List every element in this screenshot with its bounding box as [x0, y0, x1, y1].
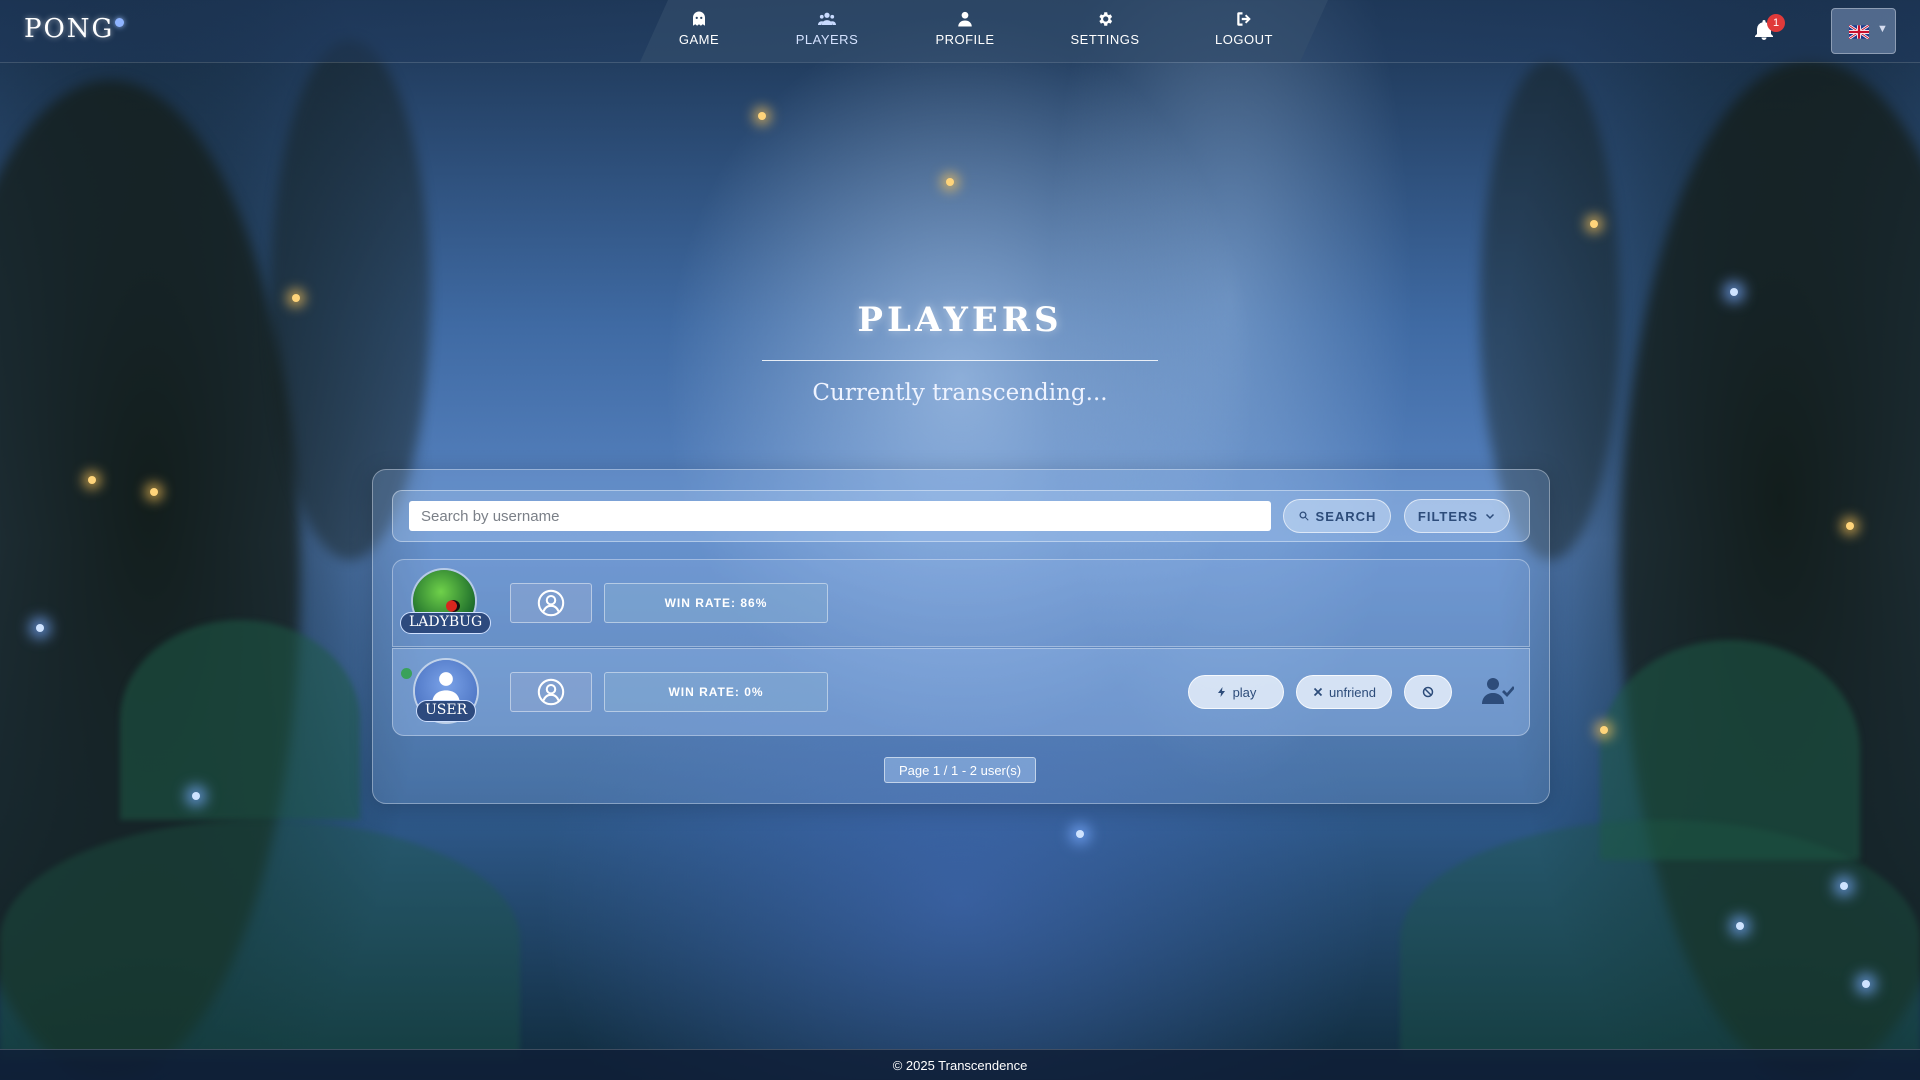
page-subtitle: Currently transcending... [812, 380, 1108, 406]
nav-label-profile: PROFILE [935, 32, 995, 47]
notification-count-badge: 1 [1767, 14, 1785, 32]
chevron-down-icon: ▼ [1877, 23, 1888, 35]
search-input[interactable] [409, 501, 1271, 531]
search-button-label: SEARCH [1315, 508, 1377, 524]
ghost-icon [693, 11, 705, 26]
play-button-label: play [1232, 684, 1257, 700]
language-selector[interactable]: ▼ [1831, 8, 1896, 54]
player-name-tag: LADYBUG [400, 612, 492, 634]
nav-item-profile[interactable]: PROFILE [910, 10, 1020, 47]
play-button[interactable]: play [1188, 675, 1284, 709]
online-status-dot [401, 668, 412, 679]
chevron-down-icon [1486, 513, 1495, 520]
logout-icon [1237, 12, 1251, 26]
user-icon [432, 672, 460, 703]
nav-item-game[interactable]: GAME [644, 10, 754, 47]
block-button[interactable] [1404, 675, 1452, 709]
users-icon [818, 12, 836, 25]
nav-item-players[interactable]: PLAYERS [772, 10, 882, 47]
win-rate-badge: WIN RATE: 86% [604, 583, 828, 623]
bolt-icon [1217, 687, 1225, 697]
gear-icon [1099, 12, 1113, 26]
win-rate-badge: WIN RATE: 0% [604, 672, 828, 712]
search-icon [1299, 511, 1309, 521]
unfriend-button[interactable]: unfriend [1296, 675, 1392, 709]
uk-flag-icon [1849, 25, 1869, 39]
user-circle-icon [537, 589, 565, 617]
nav-item-settings[interactable]: SETTINGS [1050, 10, 1160, 47]
nav-label-settings: SETTINGS [1070, 32, 1140, 47]
pagination-info: Page 1 / 1 - 2 user(s) [884, 757, 1036, 783]
ladybug-icon [446, 600, 460, 612]
title-divider [762, 360, 1158, 361]
search-button[interactable]: SEARCH [1283, 499, 1391, 533]
close-icon [1313, 687, 1323, 697]
ban-icon [1422, 686, 1434, 698]
footer: © 2025 Transcendence [0, 1049, 1920, 1080]
nav-label-players: PLAYERS [795, 32, 859, 47]
pong-logo[interactable]: PONG [24, 14, 125, 44]
user-circle-icon [537, 678, 565, 706]
player-name-tag: USER [416, 700, 477, 722]
nav-item-logout[interactable]: LOGOUT [1189, 10, 1299, 47]
user-icon [958, 11, 972, 27]
user-check-icon [1482, 678, 1514, 704]
filters-button[interactable]: FILTERS [1404, 499, 1510, 533]
page-title: PLAYERS [857, 300, 1063, 340]
unfriend-button-label: unfriend [1329, 684, 1376, 700]
nav-label-game: GAME [678, 32, 720, 47]
view-profile-button[interactable] [510, 672, 592, 712]
logo-ball-icon [115, 18, 125, 27]
filters-button-label: FILTERS [1417, 508, 1479, 524]
view-profile-button[interactable] [510, 583, 592, 623]
nav-label-logout: LOGOUT [1215, 32, 1273, 47]
